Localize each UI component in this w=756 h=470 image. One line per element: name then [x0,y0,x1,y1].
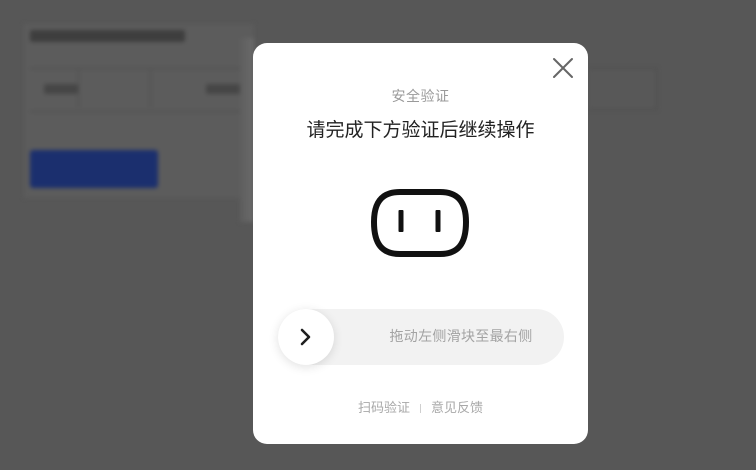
modal-footer: 扫码验证 意见反馈 [253,397,588,416]
verification-modal: 安全验证 请完成下方验证后继续操作 拖动左侧滑块至最右侧 扫码验证 意见反馈 [253,43,588,444]
footer-divider [420,404,421,413]
background-shadow [240,38,254,222]
scan-verify-link[interactable]: 扫码验证 [358,401,410,416]
background-field-divider [78,70,79,108]
background-field-text [44,84,78,94]
chevron-right-icon [300,328,311,346]
socket-face-icon [370,188,470,258]
slider-track: 拖动左侧滑块至最右侧 [278,309,564,365]
close-button[interactable] [551,56,575,80]
slider-handle[interactable] [278,309,334,365]
feedback-link[interactable]: 意见反馈 [431,401,483,416]
modal-subtitle: 安全验证 [391,89,450,105]
slider-hint-text: 拖动左侧滑块至最右侧 [389,329,533,345]
background-field-divider [150,70,151,108]
background-input [588,68,657,110]
background-submit-button [30,150,158,188]
close-icon [553,58,573,78]
background-heading [30,30,185,42]
modal-title: 请完成下方验证后继续操作 [306,119,535,141]
